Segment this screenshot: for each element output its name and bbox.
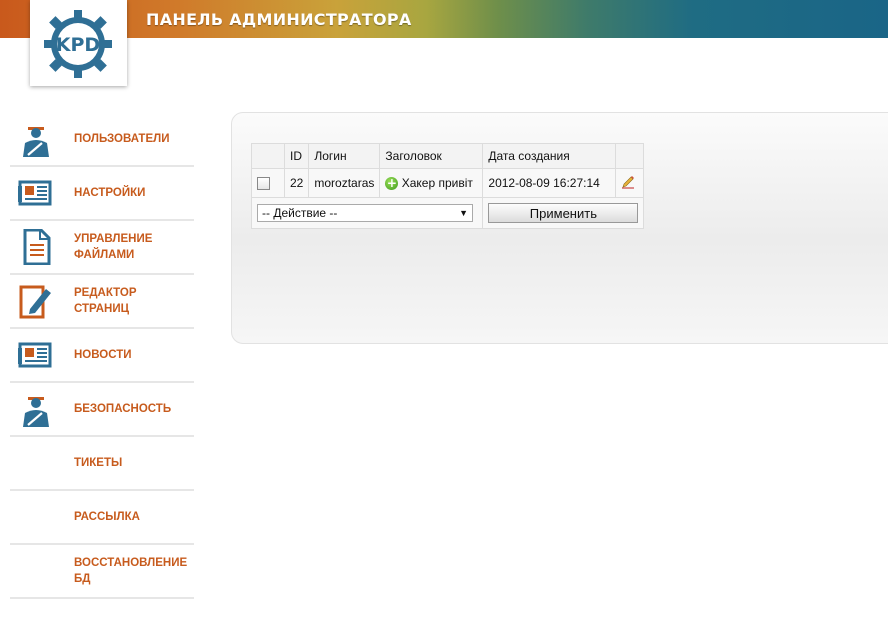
add-icon[interactable]: + [385,177,399,191]
gear-logo-icon: KPD [44,10,112,78]
svg-text:KPD: KPD [56,34,100,56]
row-edit-cell [615,168,645,198]
column-header-title[interactable]: Заголовок [379,143,484,169]
sidebar-item-label: ТИКЕТЫ [74,457,123,469]
sidebar-item-settings[interactable]: НАСТРОЙКИ [10,167,194,221]
table-row: 22 moroztaras + Хакер привіт 2012-08-09 … [251,168,645,198]
column-header-login[interactable]: Логин [308,143,381,169]
sidebar-item-label: РЕДАКТОР СТРАНИЦ [74,287,137,315]
row-title-cell: + Хакер привіт [379,168,484,198]
sidebar-item-file-management[interactable]: УПРАВЛЕНИЕ ФАЙЛАМИ [10,221,194,275]
user-icon [23,397,49,427]
sidebar: ПОЛЬЗОВАТЕЛИ НАСТРОЙКИ УПРАВЛЕНИЕ ФАЙЛАМИ [10,113,194,599]
apply-button[interactable]: Применить [488,203,639,223]
user-icon [23,127,49,157]
row-date: 2012-08-09 16:27:14 [482,168,617,198]
column-header-date[interactable]: Дата создания [482,143,617,169]
sidebar-item-tickets[interactable]: ТИКЕТЫ [10,437,194,491]
column-header-id[interactable]: ID [283,143,310,169]
row-title: Хакер привіт [401,175,473,190]
column-header-actions [615,143,645,169]
sidebar-item-label: НОВОСТИ [74,349,132,361]
pencil-icon[interactable] [621,175,635,189]
sidebar-item-label: НАСТРОЙКИ [74,187,146,199]
action-select-cell: -- Действие -- ▼ [250,197,484,229]
sidebar-item-label: БЕЗОПАСНОСТЬ [74,403,172,415]
sidebar-item-label: ПОЛЬЗОВАТЕЛИ [74,133,170,145]
action-select-value: -- Действие -- [262,206,338,220]
sidebar-item-label: ВОССТАНОВЛЕНИЕ БД [74,557,188,585]
page-title: ПАНЕЛЬ АДМИНИСТРАТОРА [146,10,412,29]
sidebar-item-db-restore[interactable]: ВОССТАНОВЛЕНИЕ БД [10,545,194,599]
top-banner: ПАНЕЛЬ АДМИНИСТРАТОРА [0,0,888,38]
newspaper-icon [18,180,52,206]
row-login: moroztaras [308,168,381,198]
sidebar-item-label: УПРАВЛЕНИЕ ФАЙЛАМИ [74,233,153,261]
sidebar-item-news[interactable]: НОВОСТИ [10,329,194,383]
sidebar-item-security[interactable]: БЕЗОПАСНОСТЬ [10,383,194,437]
document-icon [23,229,51,265]
chevron-down-icon: ▼ [459,208,468,218]
row-id: 22 [283,168,310,198]
row-select-cell [251,168,285,198]
edit-page-icon [19,285,51,319]
newspaper-icon [18,342,52,368]
column-header-select [251,143,285,169]
sidebar-item-mailing[interactable]: РАССЫЛКА [10,491,194,545]
table-actions-row: -- Действие -- ▼ Применить [250,197,645,229]
table-header-row: ID Логин Заголовок Дата создания [251,143,645,169]
sidebar-item-label: РАССЫЛКА [74,511,140,523]
row-checkbox[interactable] [257,177,270,191]
logo[interactable]: KPD [30,0,127,86]
sidebar-item-page-editor[interactable]: РЕДАКТОР СТРАНИЦ [10,275,194,329]
data-table: ID Логин Заголовок Дата создания 22 moro… [250,143,645,229]
apply-button-cell: Применить [482,197,645,229]
sidebar-item-users[interactable]: ПОЛЬЗОВАТЕЛИ [10,113,194,167]
action-select[interactable]: -- Действие -- ▼ [257,204,473,222]
